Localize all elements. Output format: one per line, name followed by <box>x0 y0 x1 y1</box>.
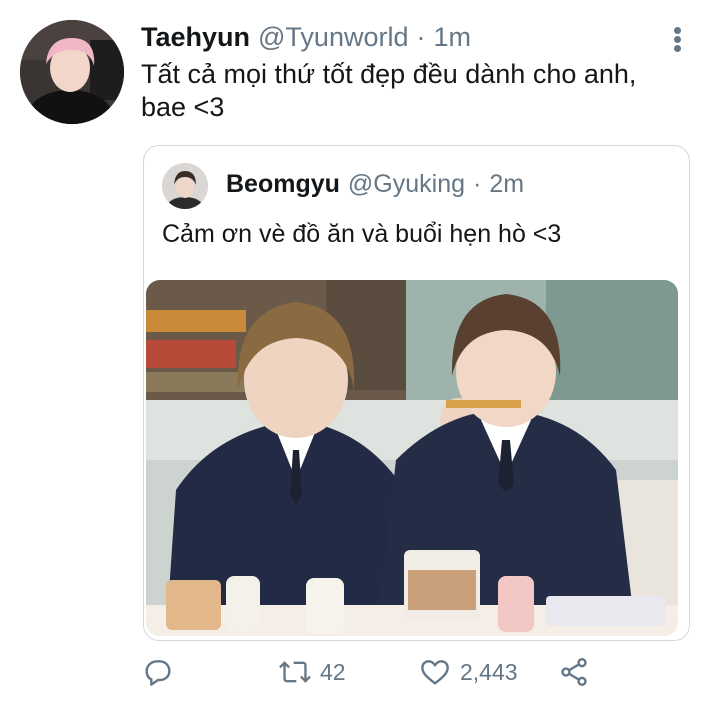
reply-icon <box>142 656 174 688</box>
tweet-card[interactable]: Taehyun @Tyunworld · 1m Tất cả mọi thứ t… <box>0 0 720 718</box>
tweet-text: Tất cả mọi thứ tốt đẹp đều dành cho anh,… <box>141 58 681 124</box>
share-icon <box>558 656 590 688</box>
like-count: 2,443 <box>460 658 518 685</box>
tweet-timestamp[interactable]: 1m <box>433 22 471 53</box>
author-handle[interactable]: @Tyunworld <box>258 22 408 53</box>
like-button[interactable]: 2,443 <box>418 656 518 688</box>
separator-dot: · <box>416 22 426 52</box>
quoted-header: Beomgyu @Gyuking · 2m <box>226 170 524 199</box>
quoted-text: Cảm ơn vè đồ ăn và buổi hẹn hò <3 <box>162 220 562 248</box>
quoted-author-handle[interactable]: @Gyuking <box>348 170 465 199</box>
retweet-icon <box>278 656 312 688</box>
share-button[interactable] <box>558 656 590 688</box>
quoted-tweet[interactable]: Beomgyu @Gyuking · 2m Cảm ơn vè đồ ăn và… <box>143 145 690 641</box>
author-name[interactable]: Taehyun <box>141 22 250 53</box>
heart-icon <box>418 656 452 688</box>
tweet-header: Taehyun @Tyunworld · 1m <box>141 22 471 58</box>
separator-dot: · <box>473 170 482 198</box>
tweet-text-line: bae <3 <box>141 92 225 122</box>
reply-button[interactable] <box>142 656 174 688</box>
more-vertical-icon[interactable] <box>666 22 690 56</box>
retweet-count: 42 <box>320 658 346 685</box>
quoted-author-avatar[interactable] <box>162 163 208 209</box>
tweet-text-line: Tất cả mọi thứ tốt đẹp đều dành cho anh, <box>141 59 637 89</box>
tweet-actions: 42 2,443 <box>0 644 720 704</box>
quoted-timestamp[interactable]: 2m <box>489 170 524 199</box>
tweet-photo[interactable] <box>146 280 678 636</box>
quoted-author-name[interactable]: Beomgyu <box>226 170 340 199</box>
author-avatar[interactable] <box>20 20 124 124</box>
retweet-button[interactable]: 42 <box>278 656 346 688</box>
